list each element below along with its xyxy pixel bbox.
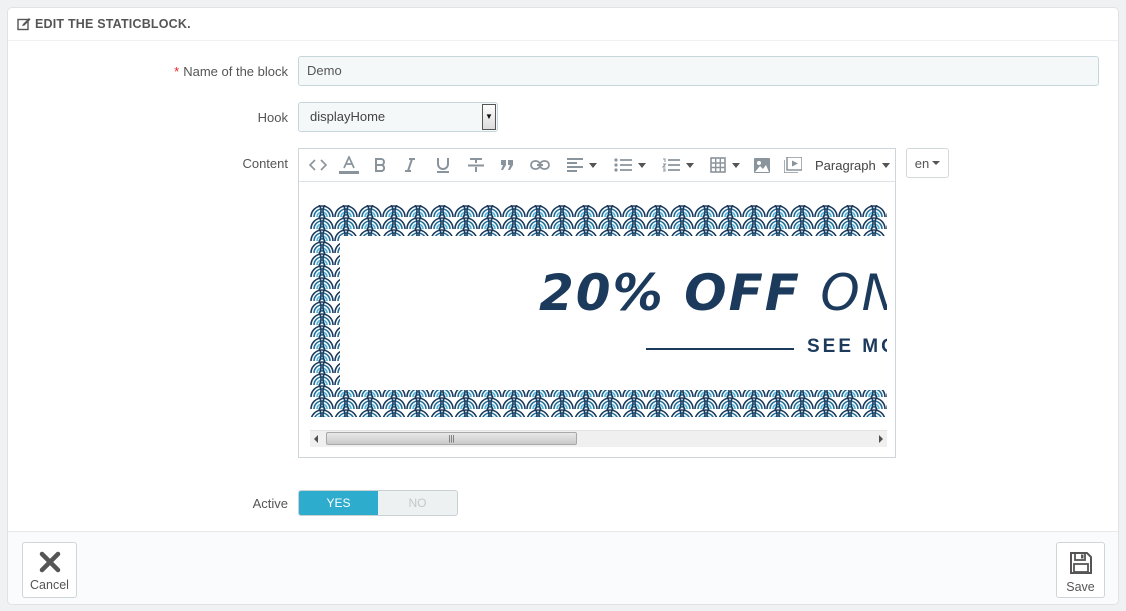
cancel-label: Cancel	[30, 578, 69, 592]
see-more-text: SEE MO	[807, 336, 887, 357]
italic-icon[interactable]	[402, 155, 418, 175]
code-icon[interactable]	[308, 155, 328, 175]
promo-headline: 20% OFF ON	[539, 264, 887, 322]
panel-heading: EDIT THE STATICBLOCK.	[8, 8, 1118, 41]
save-label: Save	[1066, 580, 1095, 594]
scroll-thumb[interactable]: |||	[326, 432, 577, 445]
active-yes-option[interactable]: YES	[299, 491, 378, 515]
bullet-list-icon[interactable]	[611, 155, 649, 175]
language-value: en	[914, 155, 930, 171]
underline-icon[interactable]	[435, 155, 451, 175]
hook-select-value: displayHome	[310, 109, 386, 124]
blockquote-icon[interactable]	[499, 155, 515, 175]
scroll-left-icon[interactable]	[314, 435, 318, 443]
select-arrow-icon[interactable]: ▼	[482, 104, 496, 130]
bold-icon[interactable]	[372, 155, 388, 175]
table-caret-icon	[732, 162, 740, 168]
active-toggle[interactable]: YES NO	[298, 490, 458, 516]
align-caret-icon	[589, 162, 597, 168]
bullet-caret-icon	[638, 162, 646, 168]
language-dropdown[interactable]: en	[906, 148, 949, 178]
editor-toolbar: Paragraph	[299, 149, 895, 182]
content-editor[interactable]: Paragraph 20% OFF O SEE M |||	[298, 148, 896, 458]
link-icon[interactable]	[529, 155, 551, 175]
cancel-button[interactable]: Cancel	[22, 542, 77, 598]
numbered-caret-icon	[686, 162, 694, 168]
strikethrough-icon[interactable]	[467, 155, 485, 175]
save-icon	[1069, 552, 1092, 574]
name-label: * Name of the block	[174, 64, 288, 79]
promo-bold-text: 20% OFF	[539, 264, 801, 322]
numbered-list-icon[interactable]	[659, 155, 697, 175]
name-label-text: Name of the block	[183, 64, 288, 79]
panel-title: EDIT THE STATICBLOCK.	[35, 17, 191, 31]
horizontal-scrollbar[interactable]: |||	[310, 430, 887, 447]
image-icon[interactable]	[752, 155, 772, 175]
media-icon[interactable]	[783, 155, 803, 175]
table-icon[interactable]	[707, 155, 743, 175]
save-button[interactable]: Save	[1056, 542, 1105, 598]
format-caret-icon	[881, 162, 890, 168]
required-mark: *	[174, 64, 180, 79]
close-icon	[39, 551, 60, 573]
edit-staticblock-panel: EDIT THE STATICBLOCK. * Name of the block…	[7, 7, 1119, 605]
panel-footer: Cancel Save	[8, 531, 1118, 604]
language-caret-icon	[932, 161, 941, 165]
promo-banner: 20% OFF ON SEE MO	[310, 205, 887, 417]
banner-inner: 20% OFF ON SEE MO	[340, 236, 887, 390]
editor-content-area[interactable]: 20% OFF ON SEE MO |||	[299, 182, 895, 457]
edit-icon	[17, 17, 31, 31]
active-no-option[interactable]: NO	[378, 491, 457, 515]
align-icon[interactable]	[563, 155, 601, 175]
block-name-input[interactable]: Demo	[298, 56, 1099, 86]
format-dropdown[interactable]: Paragraph	[815, 155, 893, 175]
promo-thin-text: ON	[820, 264, 887, 322]
active-label: Active	[252, 496, 288, 511]
text-color-icon[interactable]	[338, 155, 360, 175]
format-label: Paragraph	[815, 157, 876, 173]
hook-select[interactable]: displayHome ▼	[298, 102, 498, 132]
see-more-line	[646, 348, 794, 350]
scroll-right-icon[interactable]	[879, 435, 883, 443]
hook-label: Hook	[257, 110, 288, 125]
content-label: Content	[242, 156, 288, 171]
